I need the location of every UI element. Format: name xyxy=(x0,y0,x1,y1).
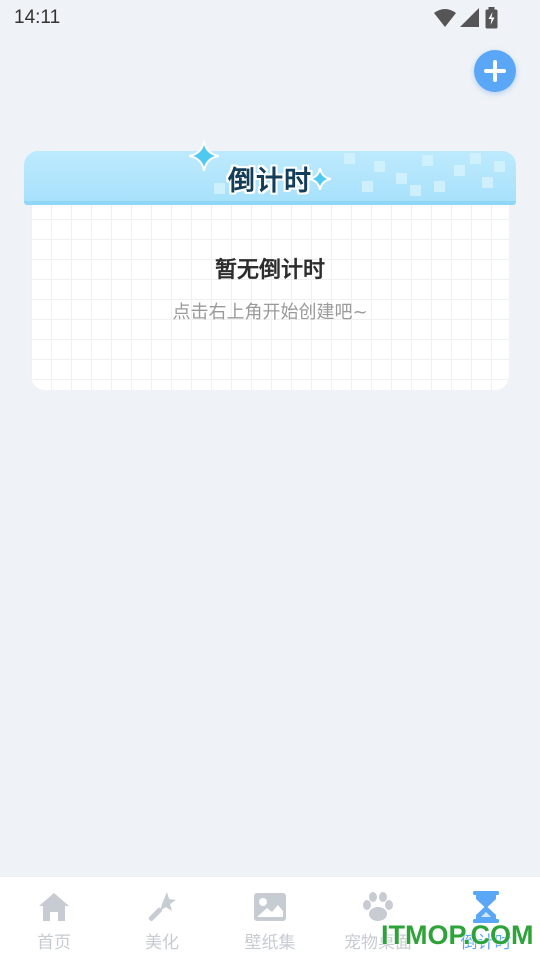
sparkle-icon xyxy=(189,141,219,171)
nav-label-beautify: 美化 xyxy=(145,933,179,953)
card-header: 倒计时 xyxy=(24,151,516,205)
card-grid-background xyxy=(31,199,509,390)
status-icons xyxy=(434,7,500,29)
status-time: 14:11 xyxy=(14,7,61,28)
empty-state-title: 暂无倒计时 xyxy=(214,258,325,283)
card-title: 倒计时 xyxy=(228,166,312,197)
nav-item-beautify[interactable]: 美化 xyxy=(108,877,216,961)
sparkle-small-icon xyxy=(309,168,331,190)
home-icon xyxy=(36,889,72,925)
nav-label-home: 首页 xyxy=(37,933,71,953)
countdown-card: 倒计时 暂无倒计时 点击右上角开始创建吧~ xyxy=(24,141,516,390)
add-countdown-button[interactable] xyxy=(474,50,516,92)
signal-icon xyxy=(460,8,479,27)
nav-item-wallpapers[interactable]: 壁纸集 xyxy=(216,877,324,961)
plus-icon xyxy=(484,60,506,82)
watermark-text: ITMOP.COM xyxy=(381,920,534,950)
image-icon xyxy=(252,889,288,925)
nav-label-wallpapers: 壁纸集 xyxy=(244,933,296,953)
empty-state-subtitle: 点击右上角开始创建吧~ xyxy=(172,302,368,323)
battery-icon xyxy=(485,7,498,29)
status-bar: 14:11 xyxy=(0,0,540,36)
magic-wand-icon xyxy=(144,889,180,925)
wifi-icon xyxy=(434,9,456,27)
nav-item-home[interactable]: 首页 xyxy=(0,877,108,961)
